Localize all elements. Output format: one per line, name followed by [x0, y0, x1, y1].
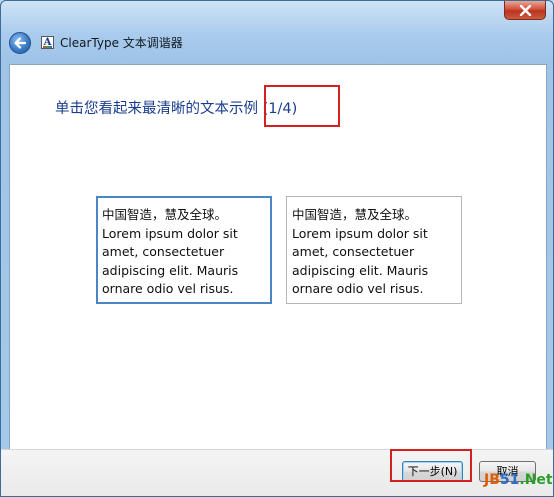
sample-line: ornare odio vel risus.: [102, 281, 234, 296]
back-arrow-icon: [14, 37, 27, 49]
page-heading: 单击您看起来最清晰的文本示例 (1/4): [55, 101, 298, 117]
watermark-part: 51: [499, 472, 520, 488]
cleartype-window: A ClearType 文本调谐器: [0, 0, 554, 497]
next-highlight-box: [390, 449, 472, 482]
sample-line: 中国智造，慧及全球。: [292, 207, 418, 222]
text-sample-2[interactable]: 中国智造，慧及全球。 Lorem ipsum dolor sit amet, c…: [286, 196, 462, 304]
cleartype-app-icon: A: [41, 36, 54, 49]
watermark: JB51.Net: [484, 472, 553, 488]
sample-line: amet, consectetuer: [102, 244, 225, 259]
heading-highlight-box: [264, 85, 340, 127]
sample-line: ornare odio vel risus.: [292, 281, 424, 296]
sample-line: adipiscing elit. Mauris: [102, 262, 239, 278]
sample-line: Lorem ipsum dolor sit: [292, 225, 428, 241]
window-title: ClearType 文本调谐器: [60, 36, 183, 50]
watermark-part: JB: [484, 472, 500, 488]
watermark-part: .Net: [519, 472, 553, 488]
sample-line: 中国智造，慧及全球。: [102, 207, 228, 222]
sample-line: Lorem ipsum dolor sit: [102, 225, 238, 241]
back-button[interactable]: [9, 32, 31, 54]
text-sample-1[interactable]: 中国智造，慧及全球。 Lorem ipsum dolor sit amet, c…: [96, 196, 272, 304]
close-button[interactable]: [504, 1, 546, 20]
sample-line: amet, consectetuer: [292, 244, 415, 259]
sample-line: adipiscing elit. Mauris: [292, 262, 429, 278]
close-icon: [519, 5, 532, 16]
